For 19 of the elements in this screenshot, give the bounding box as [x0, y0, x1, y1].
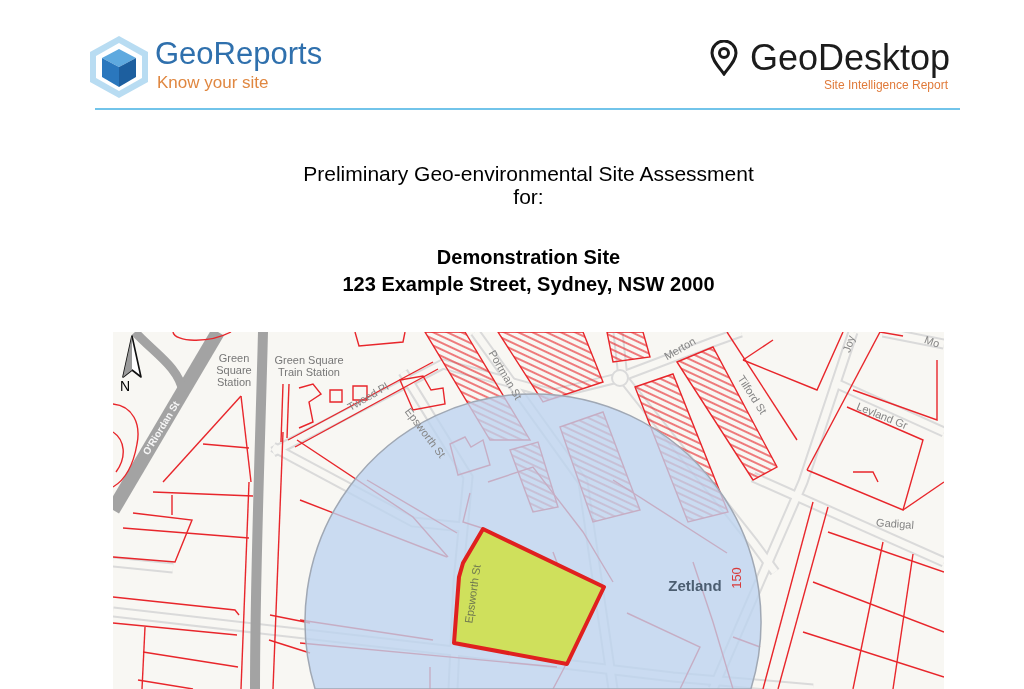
brand-tagline: Site Intelligence Report [823, 78, 949, 93]
street-label: Joy [840, 333, 858, 355]
brand-name: GeoReports [155, 36, 323, 72]
distance-label: 150 [730, 567, 744, 589]
cube-logo-icon [88, 35, 150, 99]
suburb-label: Zetland [668, 576, 722, 594]
station-label: Green Square Station [215, 352, 253, 388]
street-label: Epsworth St [462, 563, 484, 625]
north-letter: N [120, 378, 131, 394]
report-title: Preliminary Geo-environmental Site Assessment [303, 162, 754, 185]
street-label: Mo [922, 333, 942, 351]
station-label: Green Square Train Station [273, 354, 345, 378]
report-title: for: [513, 185, 544, 208]
site-name: Demonstration Site [436, 245, 621, 270]
brand-name: GeoDesktop [749, 38, 950, 78]
street-label: Gadigal [875, 516, 915, 532]
map-pin-icon [709, 40, 738, 76]
site-address: 123 Example Street, Sydney, NSW 2000 [342, 272, 715, 297]
brand-tagline: Know your site [156, 72, 270, 93]
